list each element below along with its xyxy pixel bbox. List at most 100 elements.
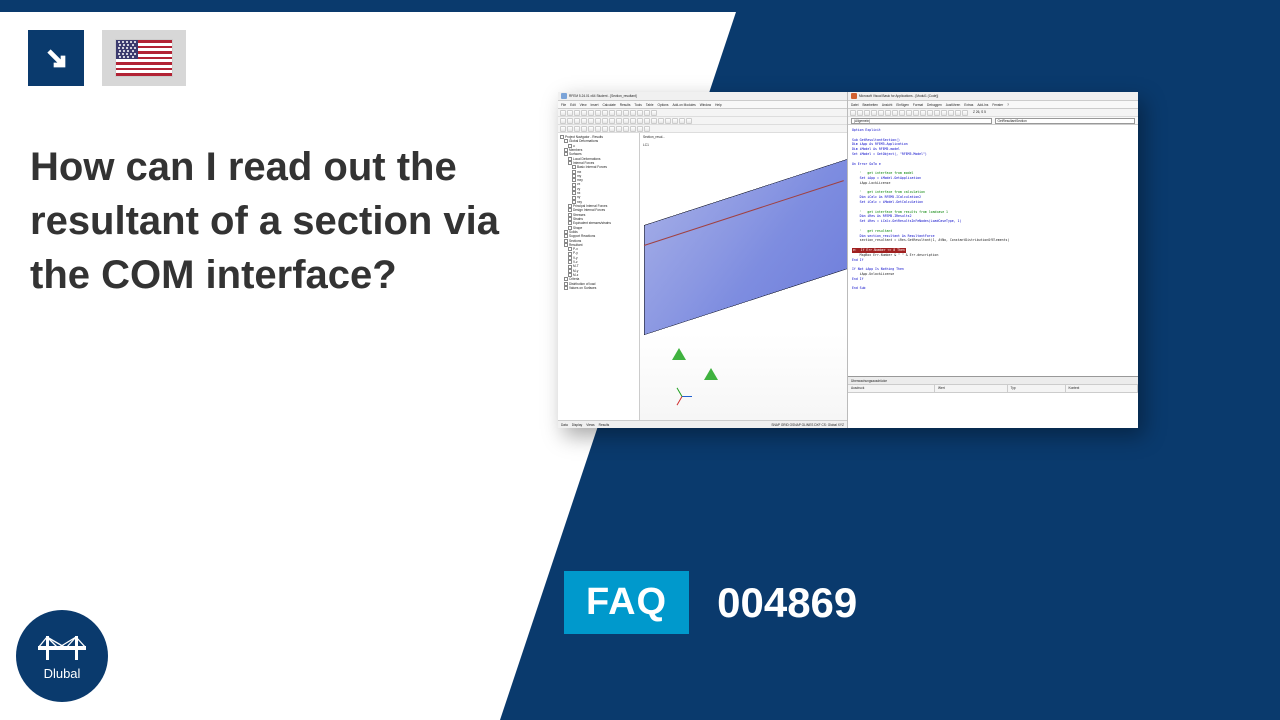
anim-button[interactable] <box>679 118 685 124</box>
break-button[interactable] <box>913 110 919 116</box>
filter-button[interactable] <box>616 126 622 132</box>
wire-button[interactable] <box>630 118 636 124</box>
design-button[interactable] <box>927 110 933 116</box>
run-button[interactable] <box>906 110 912 116</box>
axes-button[interactable] <box>651 118 657 124</box>
save-button[interactable] <box>574 110 580 116</box>
status-tab[interactable]: Display <box>572 423 582 427</box>
redo-button[interactable] <box>899 110 905 116</box>
<-button[interactable] <box>574 126 580 132</box>
new-button[interactable] <box>560 110 566 116</box>
colors-button[interactable] <box>623 126 629 132</box>
rfem-toolbar-1[interactable] <box>558 109 847 117</box>
save-button[interactable] <box>857 110 863 116</box>
menu-item[interactable]: Bearbeiten <box>862 103 877 107</box>
rfem-toolbar-2[interactable] <box>558 117 847 125</box>
menu-item[interactable]: Window <box>700 103 711 107</box>
load-button[interactable] <box>665 118 671 124</box>
menu-item[interactable]: Help <box>715 103 722 107</box>
menu-item[interactable]: Calculate <box>602 103 615 107</box>
step-button[interactable] <box>934 110 940 116</box>
grid-button[interactable] <box>630 110 636 116</box>
copy-button[interactable] <box>602 110 608 116</box>
LC1-button[interactable] <box>567 126 573 132</box>
>-button[interactable] <box>581 126 587 132</box>
menu-item[interactable]: Results <box>620 103 631 107</box>
zoomw-button[interactable] <box>595 118 601 124</box>
menu-item[interactable]: Einfügen <box>896 103 909 107</box>
menu-item[interactable]: Debuggen <box>927 103 942 107</box>
front-button[interactable] <box>574 118 580 124</box>
vba-proc-dropdown[interactable]: GetResultantSection <box>995 118 1136 124</box>
play-button[interactable] <box>588 126 594 132</box>
paste-button[interactable] <box>609 110 615 116</box>
redo-button[interactable] <box>595 110 601 116</box>
shade-button[interactable] <box>637 118 643 124</box>
undo-button[interactable] <box>892 110 898 116</box>
menu-item[interactable]: Ansicht <box>882 103 892 107</box>
find-button[interactable] <box>885 110 891 116</box>
scale-button[interactable] <box>630 126 636 132</box>
rfem-viewport[interactable]: Section_resul... LC1 <box>640 133 847 420</box>
open-button[interactable] <box>567 110 573 116</box>
undo-button[interactable] <box>588 110 594 116</box>
menu-item[interactable]: ? <box>1007 103 1009 107</box>
view-button[interactable] <box>850 110 856 116</box>
menu-item[interactable]: File <box>561 103 566 107</box>
vba-menubar[interactable]: Datei Bearbeiten Ansicht Einfügen Format Debu… <box>848 101 1138 109</box>
rfem-toolbar-3[interactable] <box>558 125 847 133</box>
menu-item[interactable]: Ausführen <box>946 103 961 107</box>
menu-item[interactable]: Datei <box>851 103 858 107</box>
vba-watch-panel[interactable]: Überwachungsausdrücke AusdruckWertTypKon… <box>848 376 1138 428</box>
pan-button[interactable] <box>609 118 615 124</box>
layer-button[interactable] <box>644 110 650 116</box>
meas-button[interactable] <box>686 118 692 124</box>
vba-scope-dropdown[interactable]: (Allgemein) <box>851 118 992 124</box>
menu-item[interactable]: Tools <box>634 103 641 107</box>
menu-item[interactable]: Options <box>658 103 669 107</box>
cut-button[interactable] <box>864 110 870 116</box>
help-button[interactable] <box>644 126 650 132</box>
rot-button[interactable] <box>616 118 622 124</box>
vba-toolbar[interactable]: Z 26, S 5 <box>848 109 1138 117</box>
vba-code-selectors[interactable]: (Allgemein) GetResultantSection <box>848 117 1138 125</box>
project-navigator-tree[interactable]: Project Navigator - ResultsGlobal Deform… <box>558 133 640 420</box>
lc-sel-button[interactable] <box>560 126 566 132</box>
zoomf-button[interactable] <box>588 118 594 124</box>
num-button[interactable] <box>658 118 664 124</box>
menu-item[interactable]: Fenster <box>992 103 1003 107</box>
side-button[interactable] <box>581 118 587 124</box>
copy-button[interactable] <box>871 110 877 116</box>
print-button[interactable] <box>581 110 587 116</box>
sel-button[interactable] <box>616 110 622 116</box>
snap-button[interactable] <box>637 110 643 116</box>
menu-item[interactable]: Insert <box>591 103 599 107</box>
status-tab[interactable]: Views <box>586 423 594 427</box>
hide-button[interactable] <box>609 126 615 132</box>
menu-item[interactable]: Add-on Modules <box>673 103 696 107</box>
label-button[interactable] <box>637 126 643 132</box>
res-button[interactable] <box>672 118 678 124</box>
paste-button[interactable] <box>878 110 884 116</box>
status-tab[interactable]: Results <box>599 423 610 427</box>
menu-item[interactable]: Extras <box>964 103 973 107</box>
zoomr-button[interactable] <box>602 118 608 124</box>
rfem-menubar[interactable]: FileEditViewInsertCalculateResultsToolsT… <box>558 101 847 109</box>
find-button[interactable] <box>623 110 629 116</box>
tree-item[interactable]: Values on Surfaces <box>560 286 637 290</box>
props-button[interactable] <box>948 110 954 116</box>
top-button[interactable] <box>567 118 573 124</box>
iso-button[interactable] <box>560 118 566 124</box>
menu-item[interactable]: View <box>580 103 587 107</box>
show-button[interactable] <box>602 126 608 132</box>
proj-button[interactable] <box>941 110 947 116</box>
obj-button[interactable] <box>955 110 961 116</box>
vba-code-editor[interactable]: Option Explicit Sub GetResultantSection(… <box>848 125 1138 376</box>
mesh-button[interactable] <box>644 118 650 124</box>
opts-button[interactable] <box>595 126 601 132</box>
help-button[interactable] <box>962 110 968 116</box>
status-tab[interactable]: Data <box>561 423 568 427</box>
reset-button[interactable] <box>920 110 926 116</box>
view-button[interactable] <box>651 110 657 116</box>
menu-item[interactable]: Format <box>913 103 923 107</box>
